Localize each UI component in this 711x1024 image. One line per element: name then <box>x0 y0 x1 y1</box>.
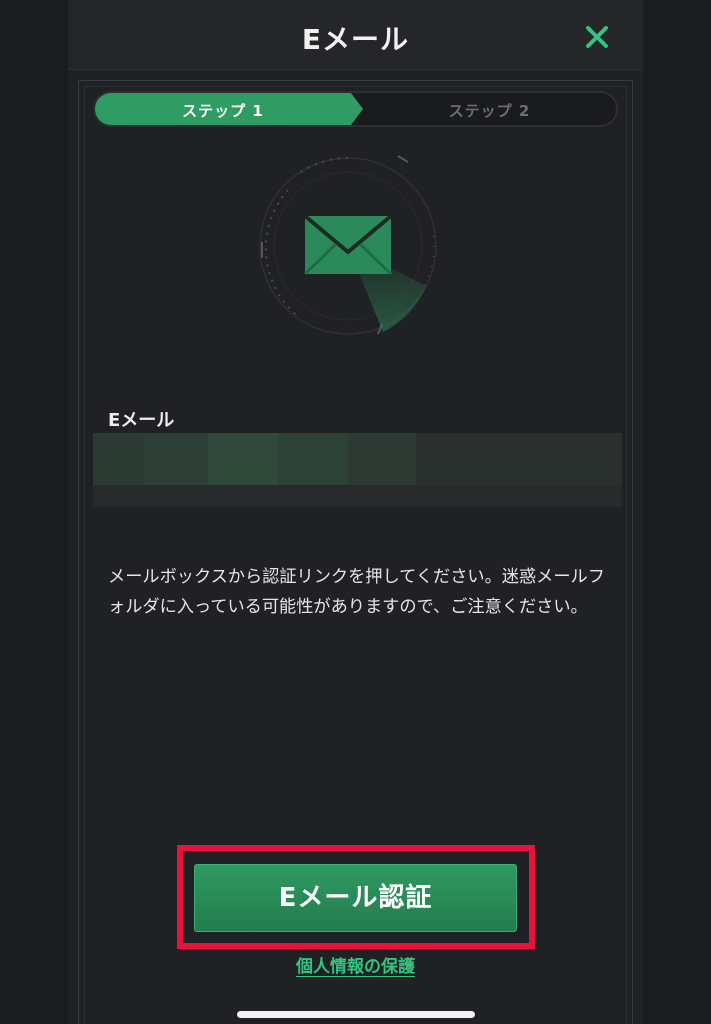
email-field <box>93 433 622 507</box>
screen: Eメール ステップ 1 ステップ 2 Eメール メールボックスから認証リンクを押… <box>0 0 711 1024</box>
close-button[interactable] <box>584 24 610 50</box>
obscured-email-block <box>143 433 208 485</box>
verification-instructions: メールボックスから認証リンクを押してください。迷惑メールフォルダに入っている可能… <box>108 567 605 617</box>
stepper: ステップ 1 ステップ 2 <box>93 91 618 127</box>
email-label: Eメール <box>108 410 175 431</box>
obscured-email-block <box>348 433 416 485</box>
obscured-email-block <box>93 485 622 507</box>
privacy-policy-link[interactable]: 個人情報の保護 <box>68 952 643 977</box>
obscured-email-block <box>93 433 143 485</box>
obscured-email-block <box>208 433 278 485</box>
close-x-icon <box>586 26 608 48</box>
email-verification-sheet: Eメール ステップ 1 ステップ 2 Eメール メールボックスから認証リンクを押… <box>68 0 643 1024</box>
page-title: Eメール <box>301 23 410 56</box>
obscured-email-block <box>416 433 622 485</box>
email-verify-button[interactable]: Eメール認証 <box>194 864 517 932</box>
step-2-label: ステップ 2 <box>448 102 531 120</box>
step-1-label: ステップ 1 <box>182 102 264 120</box>
home-indicator[interactable] <box>237 1011 475 1018</box>
obscured-email-block <box>278 433 348 485</box>
header: Eメール <box>68 0 643 70</box>
envelope-radar-icon <box>259 155 437 335</box>
